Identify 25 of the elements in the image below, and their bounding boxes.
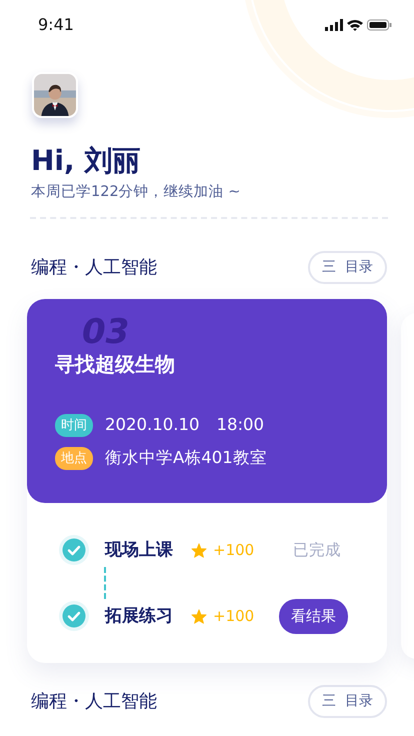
- task-points: +100: [213, 540, 256, 562]
- signal-icon: [325, 19, 343, 31]
- task-points: +100: [213, 606, 256, 628]
- catalog-button[interactable]: 三 目录: [308, 684, 387, 718]
- star-icon: [191, 608, 207, 624]
- lesson-title: 寻找超级生物: [55, 351, 176, 378]
- info-tag: 地点: [55, 446, 93, 470]
- task-status: 已完成: [293, 540, 341, 561]
- info-value: 衡水中学A栋401教室: [105, 447, 267, 470]
- task-name: 拓展练习: [105, 604, 174, 628]
- catalog-button[interactable]: 三 目录: [308, 250, 387, 284]
- course-title: 编程・人工智能: [31, 256, 157, 280]
- info-tag: 时间: [55, 414, 93, 438]
- task-name: 现场上课: [105, 538, 174, 562]
- wifi-icon: [347, 19, 363, 31]
- view-result-button[interactable]: 看结果: [279, 599, 348, 634]
- menu-icon: 三: [322, 690, 336, 712]
- greeting-title: Hi, 刘丽: [31, 144, 142, 178]
- status-time: 9:41: [38, 14, 74, 36]
- course-title: 编程・人工智能: [31, 690, 157, 714]
- menu-icon: 三: [322, 256, 336, 278]
- info-value: 2020.10.10 18:00: [105, 414, 264, 436]
- study-summary: 本周已学122分钟，继续加油 ~: [31, 182, 242, 202]
- battery-icon: [367, 19, 392, 31]
- star-icon: [191, 542, 207, 558]
